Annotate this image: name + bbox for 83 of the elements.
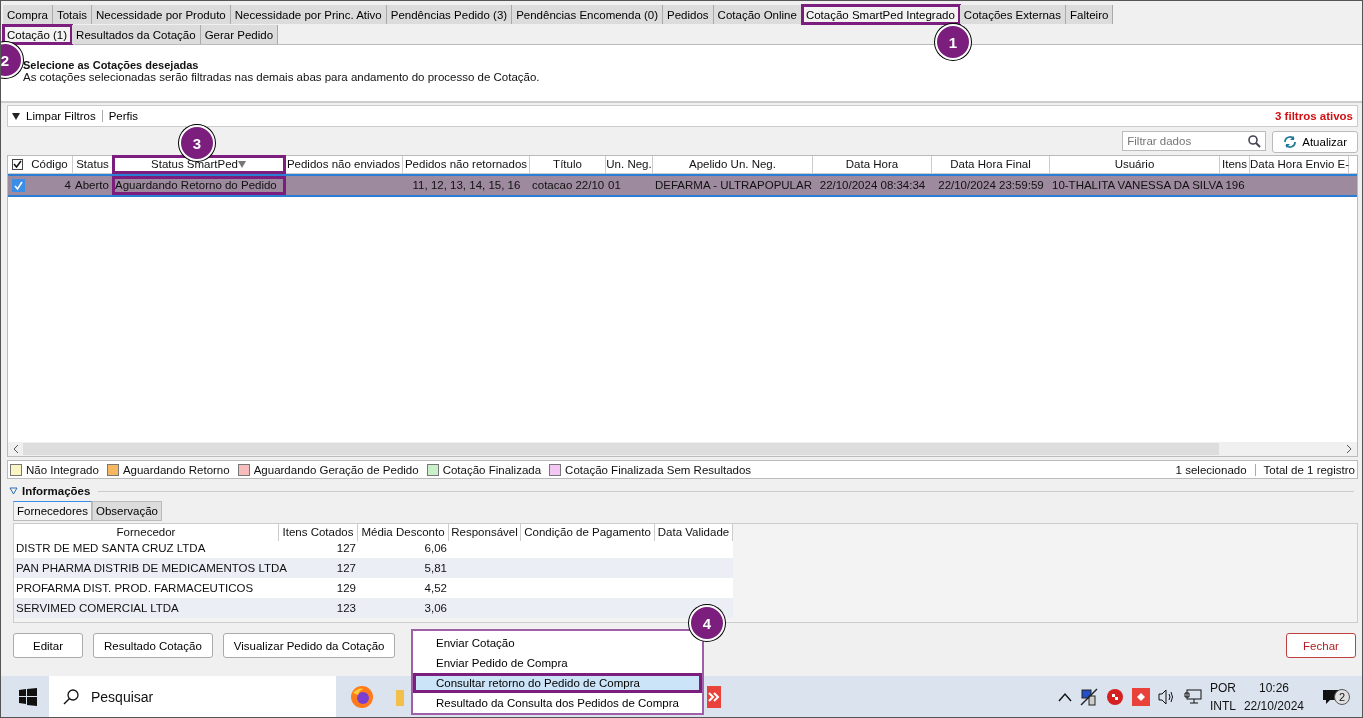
tab[interactable]: Necessidade por Produto: [91, 5, 231, 24]
table-cell: 129: [336, 581, 356, 594]
tab[interactable]: Observação: [91, 501, 162, 521]
step-badge: 3: [179, 125, 215, 161]
column-header[interactable]: Status: [73, 156, 113, 173]
table-cell: cotacao 22/10: [532, 179, 605, 191]
legend-label: Cotação Finalizada: [442, 463, 542, 476]
tab[interactable]: Pedidos: [663, 5, 714, 24]
column-header[interactable]: Código: [27, 156, 73, 173]
clock-date[interactable]: 22/10/2024: [1243, 696, 1304, 715]
section-title: Selecione as Cotações desejadas: [23, 59, 200, 71]
table-cell: 3,06: [424, 601, 447, 614]
tab[interactable]: Cotação Online: [713, 5, 802, 24]
column-header[interactable]: Data Hora Envio E-: [1250, 156, 1349, 173]
table-cell: 4,52: [424, 581, 447, 594]
table-cell: Aberto: [75, 179, 109, 191]
action-button[interactable]: Resultado Cotação: [93, 633, 213, 658]
table-cell: PROFARMA DIST. PROD. FARMACEUTICOS: [16, 581, 254, 594]
notification-count: 2: [1334, 688, 1350, 705]
table-cell: 123: [336, 601, 356, 614]
tab[interactable]: Gerar Pedido: [200, 25, 279, 44]
column-header[interactable]: Usuário: [1050, 156, 1220, 173]
tab[interactable]: Compra: [3, 5, 53, 24]
column-header[interactable]: Pedidos não enviados: [285, 156, 403, 173]
tab[interactable]: Cotações Externas: [959, 5, 1066, 24]
column-header[interactable]: Un. Neg.: [606, 156, 653, 173]
tab[interactable]: Pendências Encomenda (0): [512, 5, 664, 24]
table-cell: 22/10/2024 23:59:59: [938, 179, 1044, 191]
selection-count: 1 selecionado: [1175, 463, 1247, 476]
clock-time[interactable]: 10:26: [1258, 678, 1289, 697]
column-header[interactable]: Pedidos não retornados: [403, 156, 530, 173]
legend-label: Não Integrado: [26, 463, 99, 476]
tab[interactable]: Necessidade por Princ. Ativo: [230, 5, 387, 24]
column-header[interactable]: Itens: [1220, 156, 1250, 173]
table-cell: 10-THALITA VANESSA DA SILVA: [1052, 179, 1224, 191]
column-header[interactable]: Título: [530, 156, 606, 173]
tab[interactable]: Resultados da Cotação: [72, 25, 201, 44]
step-badge: 2: [1, 42, 23, 78]
table-cell: DEFARMA - ULTRAPOPULAR: [655, 179, 812, 191]
column-header[interactable]: Apelido Un. Neg.: [653, 156, 813, 173]
refresh-button[interactable]: Atualizar: [1272, 131, 1358, 153]
tab[interactable]: Totais: [52, 5, 92, 24]
table-cell: 22/10/2024 08:34:34: [819, 179, 926, 191]
table-cell: PAN PHARMA DISTRIB DE MEDICAMENTOS LTDA: [16, 561, 287, 574]
step-badge: 4: [689, 605, 725, 641]
legend-label: Cotação Finalizada Sem Resultados: [565, 463, 752, 476]
active-filters-count: 3 filtros ativos: [1275, 110, 1353, 122]
close-button[interactable]: Fechar: [1286, 633, 1356, 658]
table-cell: Aguardando Retorno do Pedido: [115, 179, 277, 191]
table-cell: 5,81: [424, 561, 447, 574]
tab[interactable]: Falteiro: [1066, 5, 1114, 24]
language-indicator[interactable]: POR: [1209, 678, 1236, 697]
clear-filters-link[interactable]: Limpar Filtros: [26, 110, 96, 122]
table-cell: SERVIMED COMERCIAL LTDA: [16, 601, 179, 614]
menu-item[interactable]: Consultar retorno do Pedido de Compra: [413, 673, 702, 693]
record-total: Total de 1 registro: [1263, 463, 1355, 476]
column-header[interactable]: Data Hora Final: [932, 156, 1050, 173]
action-button[interactable]: Editar: [13, 633, 83, 658]
step-badge: 1: [935, 24, 971, 60]
legend-label: Aguardando Geração de Pedido: [253, 463, 419, 476]
tab[interactable]: Pendências Pedido (3): [386, 5, 513, 24]
keyboard-layout[interactable]: INTL: [1209, 696, 1236, 715]
table-cell: 196: [1225, 179, 1245, 191]
tab[interactable]: Fornecedores: [13, 501, 92, 521]
action-button[interactable]: Visualizar Pedido da Cotação: [222, 633, 396, 658]
taskbar-search-field[interactable]: Pesquisar: [49, 676, 336, 717]
profiles-link[interactable]: Perfis: [108, 110, 139, 122]
table-row[interactable]: 4 Aberto Aguardando Retorno do Pedido 11, 12, 13, 14, 15, 16 cotacao 22/10 01 DEFARMA - ULTRAPOPULAR 22/10/2024 08:34:34 22/10/2024 23:59:59 10-THALITA VANESSA DA SILVA 196: [8, 174, 1357, 197]
section-title: Informações: [22, 485, 91, 497]
column-header[interactable]: Status SmartPed: [113, 156, 285, 173]
table-cell: 127: [336, 541, 356, 554]
tab[interactable]: Cotação (1): [3, 25, 73, 44]
table-cell: 01: [608, 179, 621, 191]
search-field[interactable]: Filtrar dados: [1122, 131, 1267, 151]
column-header[interactable]: Data Hora: [813, 156, 932, 173]
table-cell: 6,06: [424, 541, 447, 554]
legend-label: Aguardando Retorno: [122, 463, 230, 476]
tab[interactable]: Cotação SmartPed Integrado: [801, 5, 960, 24]
table-cell: 127: [336, 561, 356, 574]
table-cell: 4: [64, 179, 71, 191]
description: As cotações selecionadas serão filtradas nas demais abas para andamento do processo de Cotação.: [23, 71, 540, 83]
table-cell: DISTR DE MED SANTA CRUZ LTDA: [16, 541, 206, 554]
table-cell: 11, 12, 13, 14, 15, 16: [412, 179, 521, 191]
